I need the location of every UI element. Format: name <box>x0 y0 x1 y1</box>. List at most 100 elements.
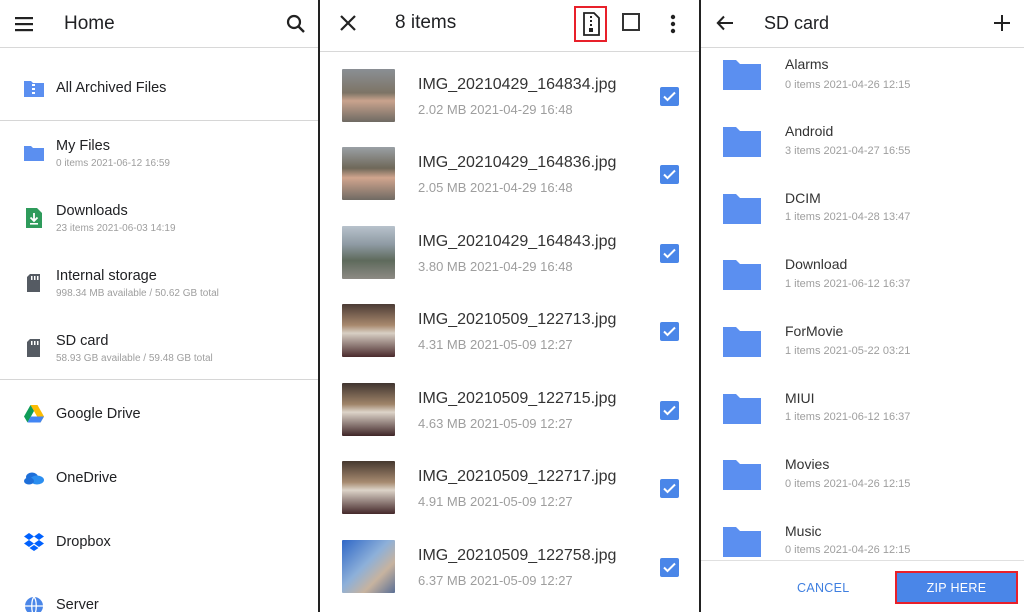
folder-name: Movies <box>785 456 830 472</box>
nav-item-subtitle: 0 items 2021-06-12 16:59 <box>56 158 170 169</box>
folder-title: SD card <box>764 13 830 33</box>
file-meta: 4.63 MB 2021-05-09 12:27 <box>418 416 573 431</box>
nav-item-subtitle: 998.34 MB available / 50.62 GB total <box>56 288 219 299</box>
nav-item-label: Google Drive <box>56 406 141 422</box>
nav-item-subtitle: 23 items 2021-06-03 14:19 <box>56 223 176 234</box>
folder-meta: 1 items 2021-06-12 16:37 <box>785 411 911 423</box>
image-thumbnail <box>342 226 395 279</box>
folder-name: ForMovie <box>785 323 844 339</box>
more-options-icon[interactable] <box>666 12 680 36</box>
folder-row[interactable]: Movies 0 items 2021-04-26 12:15 <box>701 450 1024 516</box>
checked-checkbox-icon[interactable] <box>660 479 679 498</box>
cancel-button[interactable]: CANCEL <box>797 581 850 595</box>
hamburger-menu-icon[interactable] <box>12 12 36 36</box>
home-toolbar: Home <box>0 0 318 48</box>
folder-meta: 0 items 2021-04-26 12:15 <box>785 79 911 91</box>
select-all-checkbox-icon[interactable] <box>622 13 640 31</box>
file-row[interactable]: IMG_20210509_122713.jpg 4.31 MB 2021-05-… <box>320 292 699 370</box>
file-name: IMG_20210429_164836.jpg <box>418 154 617 171</box>
nav-item-label: Downloads <box>56 203 128 219</box>
file-name: IMG_20210509_122758.jpg <box>418 547 617 564</box>
nav-item-label: Dropbox <box>56 534 111 550</box>
archive-folder-icon <box>23 77 45 99</box>
folder-row[interactable]: MIUI 1 items 2021-06-12 16:37 <box>701 384 1024 450</box>
selection-panel: 8 items IMG_20210429_164834.jpg 2.02 MB … <box>320 0 699 612</box>
file-row[interactable]: IMG_20210429_164834.jpg 2.02 MB 2021-04-… <box>320 57 699 135</box>
file-meta: 2.02 MB 2021-04-29 16:48 <box>418 102 573 117</box>
nav-item-onedrive[interactable]: OneDrive <box>0 456 318 500</box>
dropbox-icon <box>23 531 45 553</box>
folder-name: Download <box>785 256 848 272</box>
file-name: IMG_20210429_164843.jpg <box>418 233 617 250</box>
folder-name: DCIM <box>785 190 821 206</box>
onedrive-icon <box>23 467 45 489</box>
screen: Home All Archived Files My Files 0 items… <box>0 0 1024 612</box>
folder-meta: 0 items 2021-04-26 12:15 <box>785 544 911 556</box>
checked-checkbox-icon[interactable] <box>660 87 679 106</box>
file-name: IMG_20210509_122717.jpg <box>418 468 617 485</box>
folder-name: Android <box>785 123 834 139</box>
checked-checkbox-icon[interactable] <box>660 165 679 184</box>
search-icon[interactable] <box>284 12 308 36</box>
google-drive-icon <box>23 403 45 425</box>
close-icon[interactable] <box>337 12 359 34</box>
file-meta: 4.91 MB 2021-05-09 12:27 <box>418 494 573 509</box>
nav-item-dropbox[interactable]: Dropbox <box>0 520 318 564</box>
action-bar: CANCEL ZIP HERE <box>701 560 1024 612</box>
file-row[interactable]: IMG_20210429_164836.jpg 2.05 MB 2021-04-… <box>320 135 699 213</box>
file-meta: 4.31 MB 2021-05-09 12:27 <box>418 337 573 352</box>
checked-checkbox-icon[interactable] <box>660 401 679 420</box>
sd-card-icon <box>23 337 45 359</box>
checked-checkbox-icon[interactable] <box>660 558 679 577</box>
folder-row[interactable]: ForMovie 1 items 2021-05-22 03:21 <box>701 317 1024 383</box>
folder-meta: 1 items 2021-06-12 16:37 <box>785 278 911 290</box>
folder-row[interactable]: DCIM 1 items 2021-04-28 13:47 <box>701 184 1024 250</box>
nav-item-label: SD card <box>56 333 109 349</box>
storage-icon <box>23 272 45 294</box>
file-row[interactable]: IMG_20210509_122715.jpg 4.63 MB 2021-05-… <box>320 371 699 449</box>
folder-meta: 1 items 2021-04-28 13:47 <box>785 211 911 223</box>
nav-item-sd-card[interactable]: SD card 58.93 GB available / 59.48 GB to… <box>0 325 318 385</box>
nav-item-server[interactable]: Server <box>0 584 318 612</box>
zip-file-icon <box>582 12 600 36</box>
folder-icon <box>723 525 761 557</box>
divider <box>0 120 318 121</box>
selection-toolbar: 8 items <box>320 0 699 52</box>
file-row[interactable]: IMG_20210509_122717.jpg 4.91 MB 2021-05-… <box>320 449 699 527</box>
folder-icon <box>723 125 761 157</box>
nav-item-label: Server <box>56 597 99 612</box>
folder-name: Music <box>785 523 822 539</box>
compress-archive-button[interactable] <box>574 6 607 42</box>
server-icon <box>23 595 45 612</box>
download-icon <box>23 207 45 229</box>
folder-meta: 3 items 2021-04-27 16:55 <box>785 145 911 157</box>
file-row[interactable]: IMG_20210429_164843.jpg 3.80 MB 2021-04-… <box>320 214 699 292</box>
nav-item-google-drive[interactable]: Google Drive <box>0 392 318 436</box>
checked-checkbox-icon[interactable] <box>660 244 679 263</box>
nav-item-label: OneDrive <box>56 470 118 486</box>
folder-meta: 0 items 2021-04-26 12:15 <box>785 478 911 490</box>
navigation-panel: Home All Archived Files My Files 0 items… <box>0 0 318 612</box>
nav-item-downloads[interactable]: Downloads 23 items 2021-06-03 14:19 <box>0 195 318 255</box>
folder-row[interactable]: Android 3 items 2021-04-27 16:55 <box>701 117 1024 183</box>
divider <box>0 379 318 380</box>
folder-name: MIUI <box>785 390 815 406</box>
folder-row[interactable]: Download 1 items 2021-06-12 16:37 <box>701 250 1024 316</box>
zip-here-button[interactable]: ZIP HERE <box>895 571 1018 604</box>
image-thumbnail <box>342 540 395 593</box>
folder-row[interactable]: Alarms 0 items 2021-04-26 12:15 <box>701 50 1024 116</box>
nav-item-internal-storage[interactable]: Internal storage 998.34 MB available / 5… <box>0 260 318 320</box>
checked-checkbox-icon[interactable] <box>660 322 679 341</box>
file-row[interactable]: IMG_20210509_122758.jpg 6.37 MB 2021-05-… <box>320 528 699 606</box>
image-thumbnail <box>342 461 395 514</box>
destination-panel: SD card Alarms 0 items 2021-04-26 12:15 … <box>701 0 1024 612</box>
folder-icon <box>723 192 761 224</box>
file-name: IMG_20210509_122713.jpg <box>418 311 617 328</box>
add-folder-icon[interactable] <box>992 13 1012 33</box>
file-meta: 3.80 MB 2021-04-29 16:48 <box>418 259 573 274</box>
nav-item-my-files[interactable]: My Files 0 items 2021-06-12 16:59 <box>0 130 318 190</box>
file-meta: 2.05 MB 2021-04-29 16:48 <box>418 180 573 195</box>
image-thumbnail <box>342 147 395 200</box>
nav-item-all-archived-files[interactable]: All Archived Files <box>0 66 318 110</box>
back-arrow-icon[interactable] <box>715 13 735 33</box>
